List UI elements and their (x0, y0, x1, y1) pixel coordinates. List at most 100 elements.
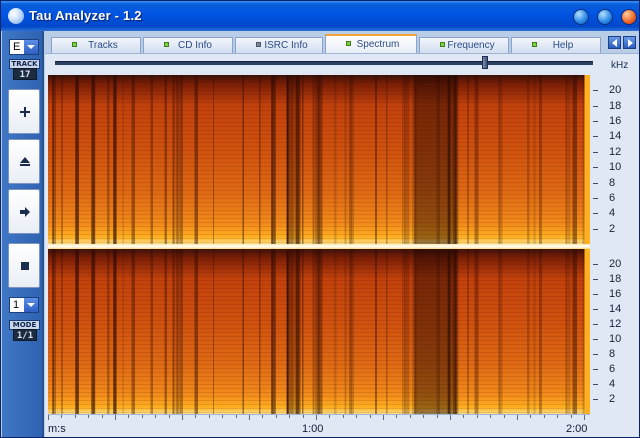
frequency-axis-bottom: 20 18 16 14 12 10 8 6 4 2 (593, 249, 637, 414)
time-tick (61, 415, 62, 418)
frequency-tick (593, 384, 598, 385)
frequency-tick (593, 136, 598, 137)
frequency-tick (593, 198, 598, 199)
time-tick (262, 415, 263, 418)
time-tick (169, 415, 170, 418)
frequency-tick (593, 183, 598, 184)
spectrogram-left-channel[interactable] (48, 75, 590, 244)
tab-bar: Tracks CD Info ISRC Info Spectrum Freque… (45, 31, 639, 53)
mode-display: 1/1 (13, 329, 37, 341)
tab-isrc-info[interactable]: ISRC Info (235, 37, 323, 53)
time-tick (410, 415, 411, 418)
frequency-tick-label: 6 (609, 192, 616, 204)
stop-button[interactable] (8, 243, 40, 288)
track-number-display: 17 (13, 68, 37, 80)
frequency-unit-label: kHz (611, 60, 629, 71)
frequency-tick-label: 14 (609, 303, 622, 315)
frequency-tick (593, 369, 598, 370)
time-tick (463, 415, 464, 418)
frequency-tick-label: 8 (609, 177, 616, 189)
tab-help[interactable]: Help (511, 37, 601, 53)
time-tick (195, 415, 196, 418)
play-button[interactable] (8, 189, 40, 234)
time-tick (450, 415, 451, 420)
arrow-right-icon (20, 207, 30, 217)
time-tick (530, 415, 531, 418)
time-tick (504, 415, 505, 418)
time-tick (249, 415, 250, 420)
eject-button[interactable] (8, 139, 40, 184)
frequency-tick (593, 279, 598, 280)
app-window: Tau Analyzer - 1.2 E TRACK 17 1 MODE 1/1… (0, 0, 640, 438)
tab-label: ISRC Info (264, 40, 308, 51)
frequency-tick-label: 4 (609, 207, 616, 219)
title-bar[interactable]: Tau Analyzer - 1.2 (1, 1, 639, 31)
time-tick (88, 415, 89, 418)
time-tick (209, 415, 210, 418)
frequency-tick-label: 10 (609, 161, 622, 173)
frequency-tick (593, 339, 598, 340)
frequency-tick-label: 12 (609, 318, 622, 330)
frequency-tick (593, 152, 598, 153)
time-tick (557, 415, 558, 418)
chevron-down-icon[interactable] (24, 40, 38, 54)
time-tick (276, 415, 277, 418)
time-axis: m:s 1:00 2:00 (48, 414, 590, 437)
frequency-tick-label: 4 (609, 378, 616, 390)
frequency-tick-label: 10 (609, 333, 622, 345)
tab-label: Frequency (447, 40, 495, 51)
time-tick (182, 415, 183, 420)
chevron-down-icon[interactable] (24, 298, 38, 312)
time-tick (370, 415, 371, 418)
tab-spectrum[interactable]: Spectrum (325, 34, 417, 53)
spectrogram-right-channel[interactable] (48, 249, 590, 414)
tab-scroll-right-button[interactable] (623, 36, 636, 49)
time-tick (356, 415, 357, 418)
frequency-tick (593, 167, 598, 168)
time-tick (423, 415, 424, 418)
close-button[interactable] (621, 9, 637, 25)
frequency-tick (593, 324, 598, 325)
frequency-tick-label: 16 (609, 115, 622, 127)
mode-select[interactable]: 1 (9, 297, 39, 313)
frequency-tick-label: 8 (609, 348, 616, 360)
time-tick (329, 415, 330, 418)
add-button[interactable] (8, 89, 40, 134)
time-tick (490, 415, 491, 418)
frequency-axis-top: 20 18 16 14 12 10 8 6 4 2 (593, 75, 637, 244)
maximize-button[interactable] (597, 9, 613, 25)
stop-icon (21, 262, 29, 270)
minimize-button[interactable] (573, 9, 589, 25)
time-tick (48, 415, 49, 420)
tab-frequency[interactable]: Frequency (419, 37, 509, 53)
tab-tracks[interactable]: Tracks (51, 37, 141, 53)
time-tick (477, 415, 478, 418)
time-tick (128, 415, 129, 418)
frequency-tick-label: 18 (609, 273, 622, 285)
spectrogram-fill (48, 249, 590, 414)
app-icon[interactable] (8, 8, 24, 24)
tab-label: Tracks (88, 40, 118, 51)
time-tick (142, 415, 143, 418)
position-slider-thumb[interactable] (482, 56, 489, 69)
tab-scroll-left-button[interactable] (608, 36, 621, 49)
frequency-tick-label: 20 (609, 84, 622, 96)
frequency-tick (593, 229, 598, 230)
time-tick (544, 415, 545, 418)
frequency-tick-label: 2 (609, 393, 616, 405)
time-tick (155, 415, 156, 418)
control-panel: E TRACK 17 1 MODE 1/1 (2, 31, 44, 437)
frequency-tick (593, 294, 598, 295)
window-title: Tau Analyzer - 1.2 (29, 8, 142, 23)
time-tick (102, 415, 103, 418)
frequency-tick (593, 309, 598, 310)
frequency-tick (593, 106, 598, 107)
tab-label: Help (552, 40, 574, 51)
time-tick (236, 415, 237, 418)
tab-label: CD Info (178, 40, 212, 51)
time-tick (437, 415, 438, 418)
position-slider-track[interactable] (55, 61, 593, 65)
frequency-tick-label: 18 (609, 100, 622, 112)
track-select[interactable]: E (9, 39, 39, 55)
tab-cd-info[interactable]: CD Info (143, 37, 233, 53)
